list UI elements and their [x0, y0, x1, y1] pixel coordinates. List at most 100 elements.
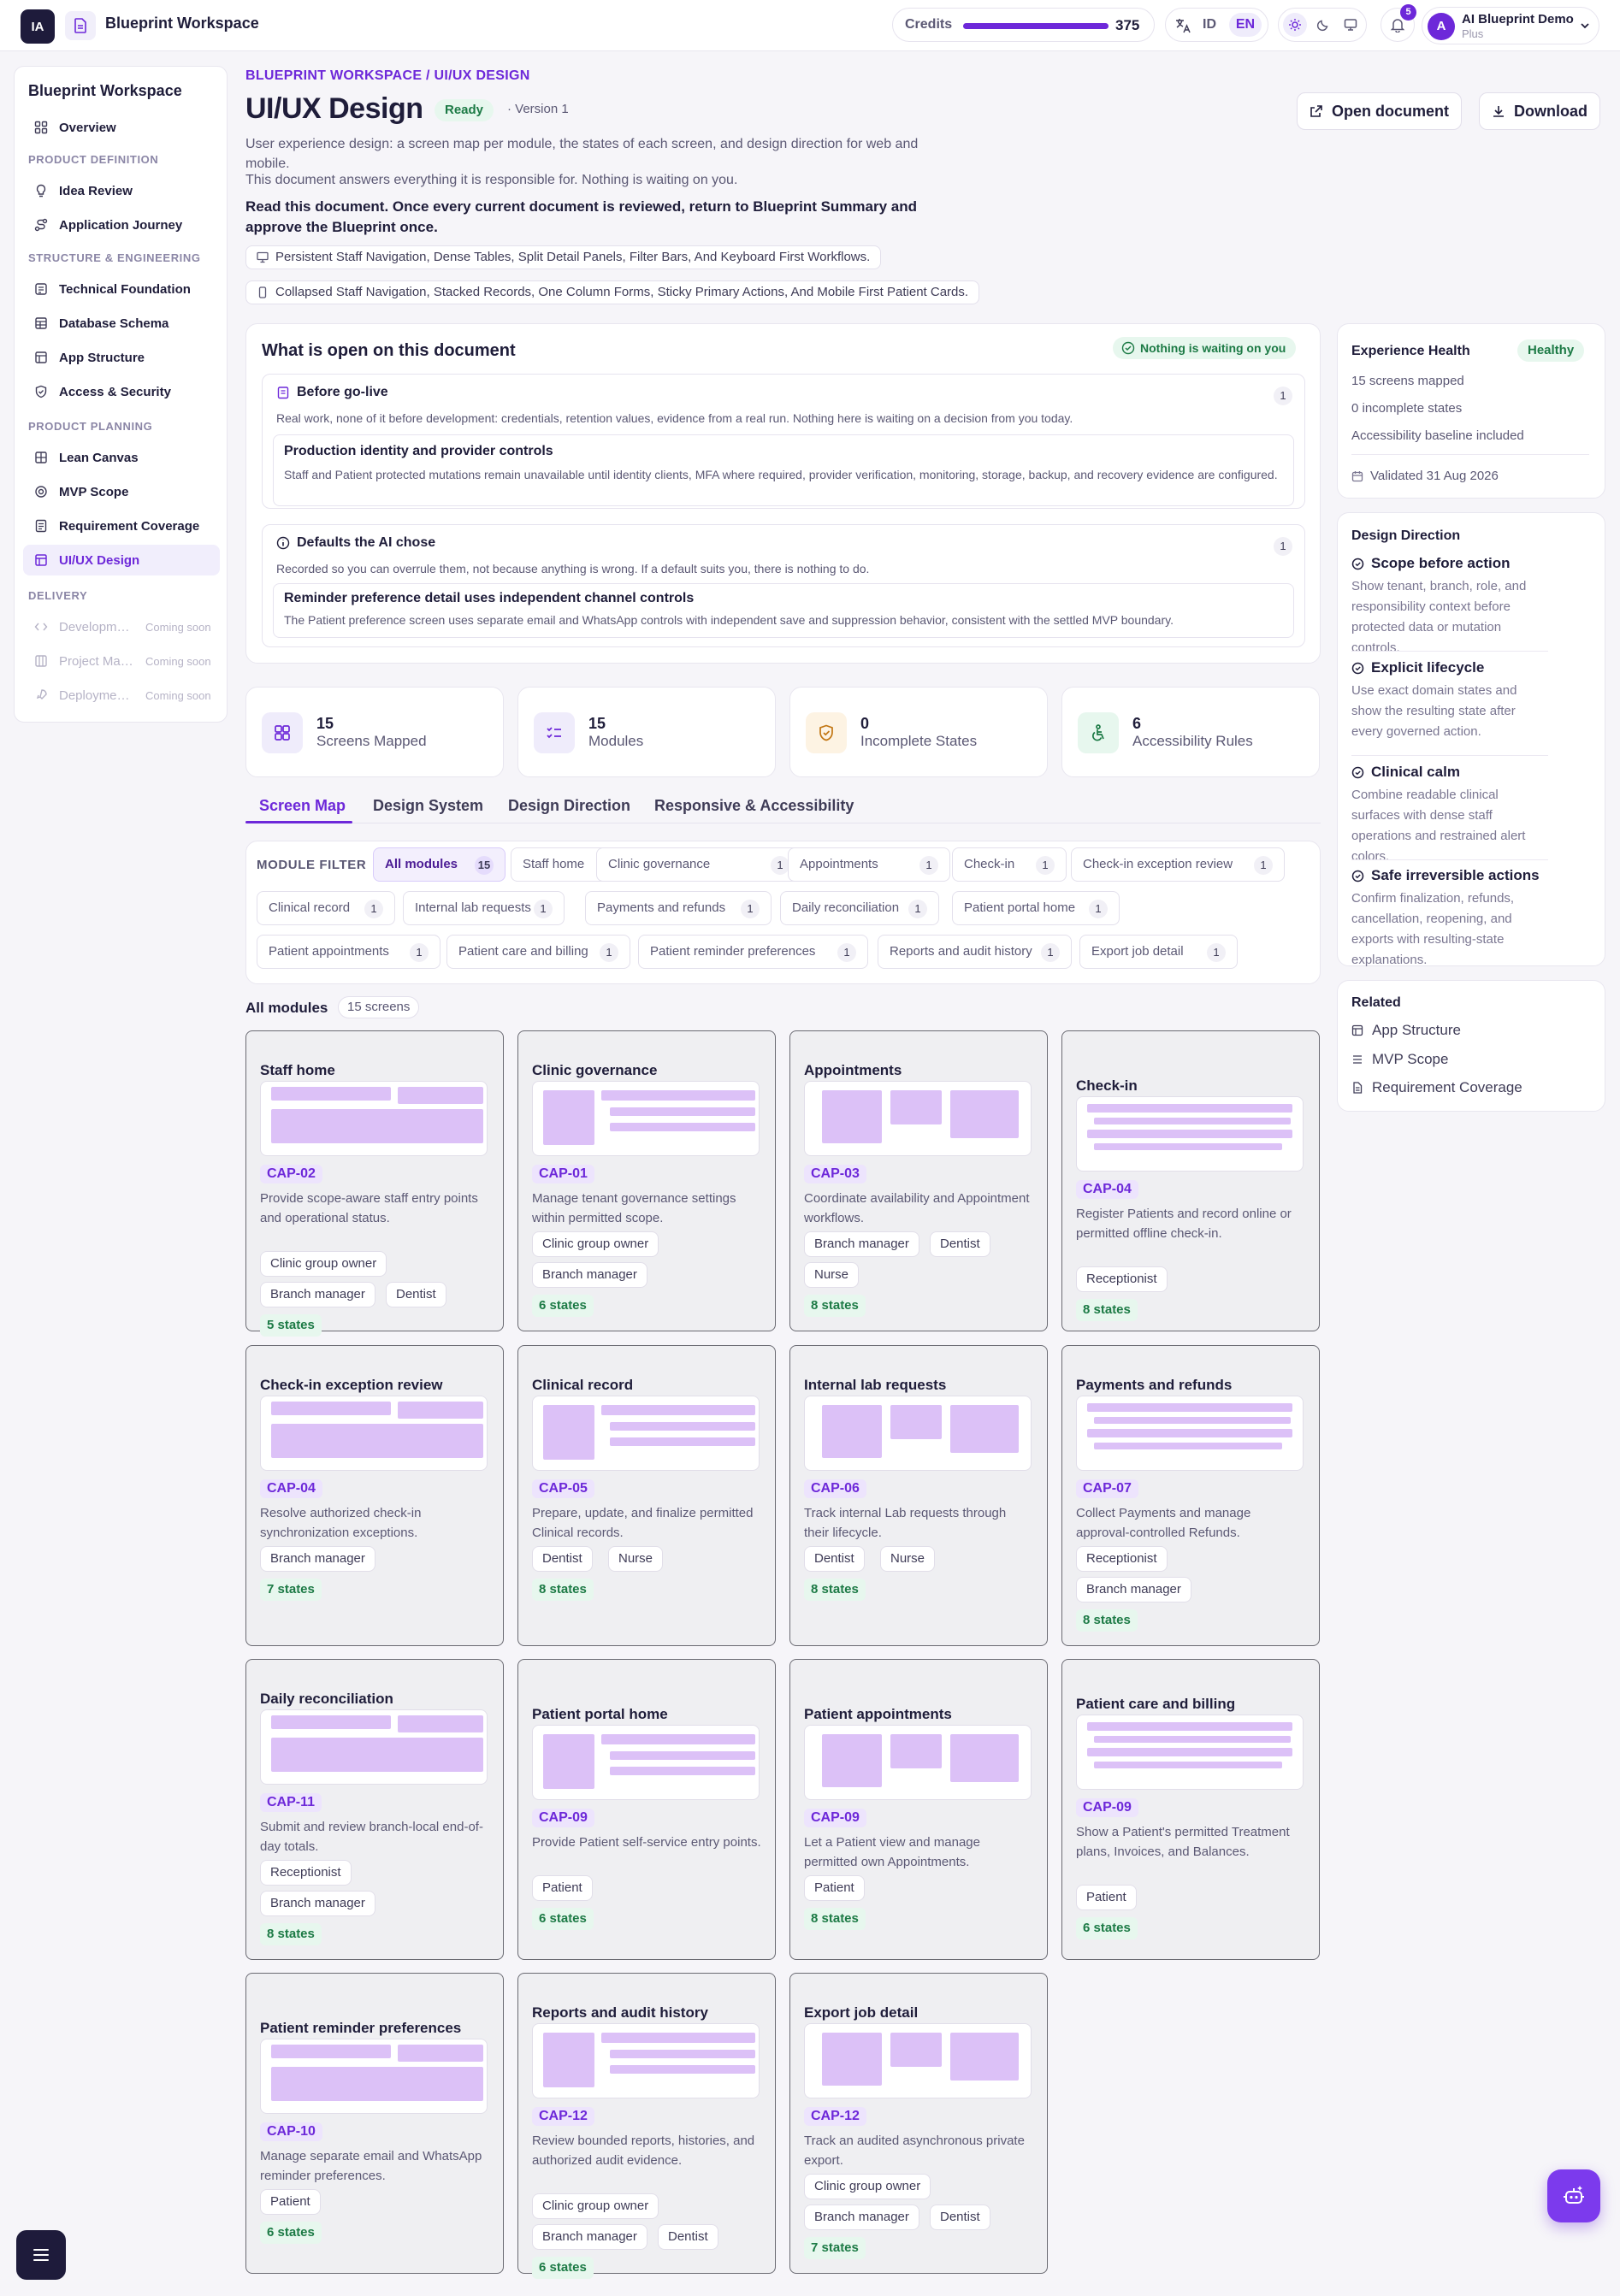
related-link-app-structure[interactable]: App Structure: [1351, 1022, 1461, 1039]
open-document-button[interactable]: Open document: [1297, 92, 1463, 130]
sidebar-item-access-security[interactable]: Access & Security: [23, 376, 220, 407]
sidebar-item-app-structure[interactable]: App Structure: [23, 342, 220, 373]
sidebar-item-database-schema[interactable]: Database Schema: [23, 308, 220, 339]
related-link-requirement-coverage[interactable]: Requirement Coverage: [1351, 1079, 1522, 1096]
role-tag: Dentist: [804, 1546, 865, 1572]
lang-option-en[interactable]: EN: [1229, 13, 1262, 37]
capability-badge: CAP-07: [1076, 1479, 1138, 1498]
tab-responsive-accessibility[interactable]: Responsive & Accessibility: [654, 797, 854, 815]
user-menu[interactable]: A AI Blueprint Demo Plus: [1422, 7, 1599, 44]
capability-badge: CAP-09: [532, 1809, 594, 1827]
module-filter-chip[interactable]: Patient portal home 1: [952, 891, 1120, 925]
role-tag: Branch manager: [260, 1891, 375, 1916]
wireframe-block: [1094, 1762, 1282, 1768]
sidebar-item-uiux-design[interactable]: UI/UX Design: [23, 545, 220, 575]
module-title: Patient reminder preferences: [260, 2020, 462, 2036]
wireframe-block: [271, 1087, 391, 1101]
notifications-button[interactable]: 5: [1381, 4, 1416, 42]
credits-meter[interactable]: Credits 375: [892, 8, 1155, 42]
module-card[interactable]: Internal lab requests CAP-06 Track interna…: [789, 1345, 1048, 1646]
sidebar-item-application-journey[interactable]: Application Journey: [23, 210, 220, 240]
chip-count: 1: [410, 943, 429, 962]
module-filter-chip[interactable]: Clinic governance 1: [596, 847, 801, 882]
mobile-direction-text: Collapsed Staff Navigation, Stacked Reco…: [275, 285, 969, 299]
module-card[interactable]: Patient portal home CAP-09 Provide Patient…: [517, 1659, 776, 1960]
module-card[interactable]: Clinical record CAP-05 Prepare, update, an…: [517, 1345, 776, 1646]
sidebar-item-label: MVP Scope: [59, 484, 129, 499]
role-tag: Receptionist: [1076, 1546, 1168, 1572]
moon-icon[interactable]: [1311, 13, 1335, 37]
module-filter-chip[interactable]: Check-in 1: [952, 847, 1067, 882]
sidebar-item-mvp-scope[interactable]: MVP Scope: [23, 476, 220, 507]
module-card[interactable]: Reports and audit history CAP-12 Review bo…: [517, 1973, 776, 2279]
module-filter-chip[interactable]: Export job detail 1: [1079, 935, 1238, 969]
module-card[interactable]: Patient appointments CAP-09 Let a Patient …: [789, 1659, 1048, 1960]
module-filter-chip[interactable]: Patient reminder preferences 1: [638, 935, 868, 969]
ai-assistant-button[interactable]: [1547, 2169, 1600, 2222]
module-description: Submit and review branch-local end-of-da…: [260, 1820, 483, 1854]
module-card[interactable]: Appointments CAP-03 Coordinate availabilit…: [789, 1030, 1048, 1331]
experience-health-title: Experience Health: [1351, 344, 1470, 358]
chip-count: 1: [1036, 856, 1055, 875]
chip-count: 15: [475, 856, 494, 875]
module-card[interactable]: Patient care and billing CAP-09 Show a Pat…: [1061, 1659, 1320, 1960]
module-card[interactable]: Export job detail CAP-12 Track an audited …: [789, 1973, 1048, 2274]
sidebar-item-requirement-coverage[interactable]: Requirement Coverage: [23, 511, 220, 541]
document-icon[interactable]: [65, 11, 96, 40]
module-filter-chip[interactable]: Check-in exception review 1: [1071, 847, 1285, 882]
module-filter-chip[interactable]: Internal lab requests 1: [403, 891, 565, 925]
wireframe-block: [398, 1402, 483, 1419]
sidebar-item-label: Requirement Coverage: [59, 518, 200, 534]
chip-count: 1: [1089, 900, 1108, 918]
related-link-mvp-scope[interactable]: MVP Scope: [1351, 1051, 1448, 1068]
cycle-icon: [1351, 662, 1364, 674]
module-filter-chip[interactable]: Daily reconciliation 1: [780, 891, 939, 925]
module-card[interactable]: Patient reminder preferences CAP-10 Manage…: [245, 1973, 504, 2274]
role-tag: Clinic group owner: [532, 1231, 659, 1257]
module-card[interactable]: Clinic governance CAP-01 Manage tenant gov…: [517, 1030, 776, 1331]
chip-count: 1: [837, 943, 856, 962]
module-filter-chip[interactable]: Appointments 1: [788, 847, 950, 882]
golive-item-body: Staff and Patient protected mutations re…: [284, 468, 1278, 481]
module-card[interactable]: Payments and refunds CAP-07 Collect Paymen…: [1061, 1345, 1320, 1646]
tab-design-direction[interactable]: Design Direction: [508, 797, 630, 815]
stat-value: 0: [860, 715, 870, 732]
module-filter-chip[interactable]: Patient appointments 1: [257, 935, 440, 969]
module-filter-chip[interactable]: All modules 15: [373, 847, 506, 882]
wireframe-block: [822, 1405, 882, 1458]
chip-label: Daily reconciliation: [792, 900, 900, 915]
sidebar-item-idea-review[interactable]: Idea Review: [23, 175, 220, 206]
tab-screen-map[interactable]: Screen Map: [259, 797, 346, 815]
chip-label: Export job detail: [1091, 944, 1184, 959]
sidebar-item-overview[interactable]: Overview: [23, 112, 220, 143]
download-button[interactable]: Download: [1479, 92, 1600, 130]
clipboard-icon: [277, 387, 289, 399]
menu-button[interactable]: [16, 2230, 66, 2280]
breadcrumb[interactable]: BLUEPRINT WORKSPACE / UI/UX DESIGN: [245, 68, 530, 84]
module-card[interactable]: Daily reconciliation CAP-11 Submit and rev…: [245, 1659, 504, 1960]
wireframe-preview: [1076, 1096, 1304, 1172]
wireframe-block: [610, 2065, 755, 2074]
wireframe-block: [822, 2033, 882, 2086]
sidebar-item-lean-canvas[interactable]: Lean Canvas: [23, 442, 220, 473]
states-count: 6 states: [260, 2222, 322, 2244]
module-card[interactable]: Check-in CAP-04 Register Patients and reco…: [1061, 1030, 1320, 1331]
table-icon: [33, 316, 49, 331]
app-logo[interactable]: IA: [21, 9, 55, 44]
stat-accessibility-rules: 6 Accessibility Rules: [1061, 687, 1320, 777]
lang-option-id[interactable]: ID: [1203, 17, 1216, 32]
sun-icon[interactable]: [1283, 13, 1307, 37]
role-tag: Dentist: [386, 1282, 446, 1307]
module-filter-chip[interactable]: Clinical record 1: [257, 891, 395, 925]
module-filter-chip[interactable]: Reports and audit history 1: [878, 935, 1072, 969]
module-filter-chip[interactable]: Payments and refunds 1: [585, 891, 772, 925]
module-filter-chip[interactable]: Patient care and billing 1: [446, 935, 630, 969]
before-golive-count: 1: [1274, 387, 1292, 405]
module-card[interactable]: Check-in exception review CAP-04 Resolve a…: [245, 1345, 504, 1646]
tab-design-system[interactable]: Design System: [373, 797, 483, 815]
chip-label: All modules: [385, 857, 458, 871]
monitor-icon[interactable]: [1339, 13, 1363, 37]
code-icon: [33, 619, 49, 634]
sidebar-item-technical-foundation[interactable]: Technical Foundation: [23, 274, 220, 304]
module-card[interactable]: Staff home CAP-02 Provide scope-aware staf…: [245, 1030, 504, 1337]
